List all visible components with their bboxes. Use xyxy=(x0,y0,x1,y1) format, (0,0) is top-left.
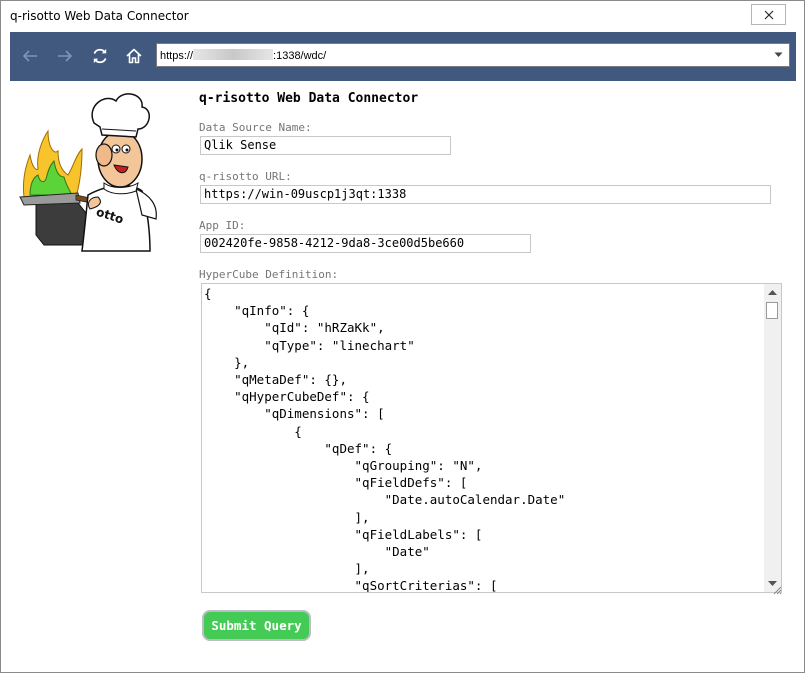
data-source-label: Data Source Name: xyxy=(199,121,312,134)
url-text: https:// :1338/wdc/ xyxy=(160,49,326,62)
app-window: q-risotto Web Data Connector https:// :13… xyxy=(0,0,805,673)
home-icon xyxy=(126,48,142,64)
refresh-button[interactable] xyxy=(89,45,111,67)
close-icon xyxy=(764,10,773,19)
hypercube-code: { "qInfo": { "qId": "hRZaKk", "qType": "… xyxy=(204,286,566,593)
vertical-scrollbar[interactable] xyxy=(764,284,781,592)
url-field[interactable]: https://win-09uscp1j3qt:1338 xyxy=(200,185,771,204)
app-id-label: App ID: xyxy=(199,219,246,232)
address-bar[interactable]: https:// :1338/wdc/ xyxy=(156,43,790,67)
chef-logo: otto xyxy=(19,93,157,252)
chevron-down-icon[interactable] xyxy=(774,52,783,58)
title-bar: q-risotto Web Data Connector xyxy=(1,1,804,32)
resize-grip-icon[interactable] xyxy=(773,586,782,595)
close-button[interactable] xyxy=(751,4,786,25)
scrollbar-thumb[interactable] xyxy=(766,302,778,319)
hypercube-textarea[interactable]: { "qInfo": { "qId": "hRZaKk", "qType": "… xyxy=(201,283,782,593)
url-label: q-risotto URL: xyxy=(199,170,292,183)
home-button[interactable] xyxy=(123,45,145,67)
data-source-field[interactable]: Qlik Sense xyxy=(200,136,451,155)
redacted-host xyxy=(193,49,274,60)
hypercube-label: HyperCube Definition: xyxy=(199,268,339,281)
arrow-right-icon xyxy=(58,50,73,62)
url-suffix: :1338/wdc/ xyxy=(273,50,327,62)
arrow-left-icon xyxy=(22,50,37,62)
scroll-up-icon[interactable] xyxy=(768,290,777,295)
window-title: q-risotto Web Data Connector xyxy=(10,9,189,23)
app-id-field[interactable]: 002420fe-9858-4212-9da8-3ce00d5be660 xyxy=(200,234,531,253)
url-prefix: https:// xyxy=(160,50,194,62)
browser-toolbar: https:// :1338/wdc/ xyxy=(10,32,796,81)
page-content: otto q-risotto Web Data Connector Data S… xyxy=(10,81,796,664)
forward-button[interactable] xyxy=(54,45,76,67)
page-title: q-risotto Web Data Connector xyxy=(199,91,419,106)
submit-query-button[interactable]: Submit Query xyxy=(202,610,311,641)
back-button[interactable] xyxy=(19,45,41,67)
refresh-icon xyxy=(93,48,107,64)
